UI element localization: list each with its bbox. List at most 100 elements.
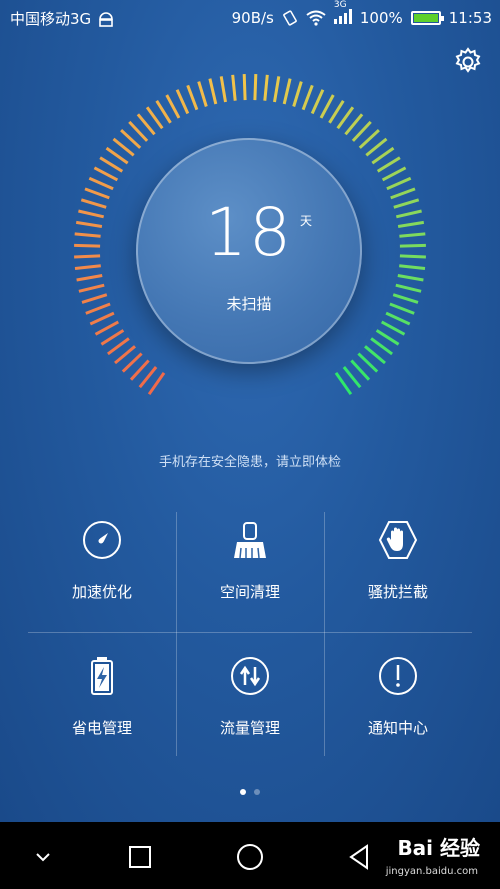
watermark-url: jingyan.baidu.com — [385, 866, 478, 877]
tool-notification-center[interactable]: 通知中心 — [324, 648, 472, 768]
gauge-tick — [136, 113, 156, 136]
gauge-tick — [282, 78, 292, 105]
gauge-tick — [81, 293, 108, 304]
gauge-tick — [380, 320, 406, 336]
gauge-tick — [114, 345, 136, 365]
gauge-tick — [310, 89, 325, 115]
gauge-tick — [399, 254, 426, 259]
gauge-tick — [78, 283, 105, 293]
gauge-tick — [186, 84, 199, 111]
gauge-tick — [129, 359, 150, 381]
gauge-tick — [263, 74, 269, 101]
gauge-tick — [121, 352, 143, 373]
days-count: 18 — [205, 194, 293, 271]
tool-speed-optimize[interactable]: 加速优化 — [28, 512, 176, 632]
gauge-tick — [112, 137, 135, 157]
gauge-tick — [389, 302, 415, 315]
gauge-tick — [155, 100, 172, 124]
gauge-tick — [75, 220, 103, 228]
back-icon[interactable] — [345, 842, 375, 872]
signal-icon — [333, 8, 352, 24]
gauge-tick — [336, 106, 355, 130]
gauge-tick — [328, 100, 345, 124]
gauge-tick — [197, 81, 208, 107]
gauge-tick — [392, 293, 419, 304]
page-indicator — [240, 789, 260, 795]
gauge-tick — [128, 120, 149, 142]
gauge-tick — [175, 89, 190, 115]
battery-percent: 100% — [359, 9, 403, 27]
home-icon[interactable] — [235, 842, 265, 872]
data-traffic-icon — [231, 657, 269, 695]
gauge-tick — [397, 274, 424, 282]
gauge-tick — [371, 146, 395, 165]
gauge-tick — [74, 232, 101, 238]
network-speed: 90B/s — [231, 9, 274, 27]
page-dot[interactable] — [254, 789, 260, 795]
gauge-tick — [80, 198, 107, 209]
broom-icon — [234, 522, 266, 559]
gauge-tick — [120, 128, 142, 149]
battery-icon — [410, 11, 444, 25]
gauge-tick — [107, 337, 130, 356]
gauge-tick — [165, 94, 181, 119]
gauge-tick — [399, 243, 426, 248]
gauge-tick — [273, 76, 281, 103]
gauge-tick — [395, 209, 422, 219]
gauge-tick — [395, 283, 422, 293]
gauge-tick — [88, 176, 114, 191]
gauge-tick — [89, 311, 115, 326]
gauge-tick — [399, 264, 426, 270]
network-type: 3G — [333, 0, 347, 10]
recent-apps-icon[interactable] — [125, 842, 155, 872]
gauge-tick — [292, 81, 303, 107]
gauge-tick — [319, 94, 335, 119]
gauge-tick — [386, 176, 412, 191]
gauge-tick — [351, 120, 372, 142]
tool-label: 流量管理 — [219, 719, 280, 737]
tool-label: 骚扰拦截 — [367, 583, 428, 601]
tool-harass-block[interactable]: 骚扰拦截 — [324, 512, 472, 632]
chevron-down-icon[interactable] — [28, 842, 58, 872]
gauge-tick — [242, 74, 247, 101]
navigation-bar: Bai 经验 jingyan.baidu.com — [0, 822, 500, 889]
gauge-tick — [74, 264, 101, 270]
gauge-tick — [208, 78, 218, 105]
scan-circle-button[interactable]: 18 天 未扫描 — [136, 138, 362, 364]
tool-power-manage[interactable]: 省电管理 — [28, 648, 176, 768]
wifi-icon — [306, 10, 326, 26]
gauge-tick — [376, 156, 401, 173]
phone-manager-screen: 中国移动3G 90B/s 3G 100% 11:53 18 天 未扫描 手机存在… — [0, 0, 500, 822]
gauge-tick — [358, 128, 380, 149]
speedometer-icon — [83, 521, 121, 559]
security-warning: 手机存在安全隐患，请立即体检 — [158, 455, 341, 470]
tool-label: 通知中心 — [367, 719, 428, 737]
gauge-tick — [147, 372, 166, 396]
gauge-tick — [93, 166, 119, 182]
page-dot-active[interactable] — [240, 789, 246, 795]
gauge-tick — [138, 366, 158, 389]
rotate-icon — [283, 10, 297, 26]
gauge-tick — [100, 329, 125, 346]
gauge-tick — [342, 366, 362, 389]
tool-space-clean[interactable]: 空间清理 — [176, 512, 324, 632]
gauge-tick — [74, 254, 101, 259]
notification-icon — [379, 657, 417, 695]
carrier-label: 中国移动3G — [10, 10, 92, 28]
gauge-tick — [385, 311, 411, 326]
gauge-tick — [105, 146, 129, 165]
gauge-tick — [78, 209, 105, 219]
gauge-tick — [334, 372, 353, 396]
gauge-tick — [370, 337, 393, 356]
scan-status: 未扫描 — [226, 295, 272, 313]
tool-traffic-manage[interactable]: 流量管理 — [176, 648, 324, 768]
tool-label: 省电管理 — [71, 719, 132, 737]
status-bar: 中国移动3G 90B/s 3G 100% 11:53 — [0, 0, 500, 36]
gauge-tick — [99, 156, 124, 173]
hand-block-icon — [378, 521, 418, 559]
gauge-tick — [344, 113, 364, 136]
gauge-tick — [397, 220, 425, 228]
gauge-tick — [350, 359, 371, 381]
gauge-tick — [253, 74, 258, 101]
gauge-tick — [364, 345, 386, 365]
